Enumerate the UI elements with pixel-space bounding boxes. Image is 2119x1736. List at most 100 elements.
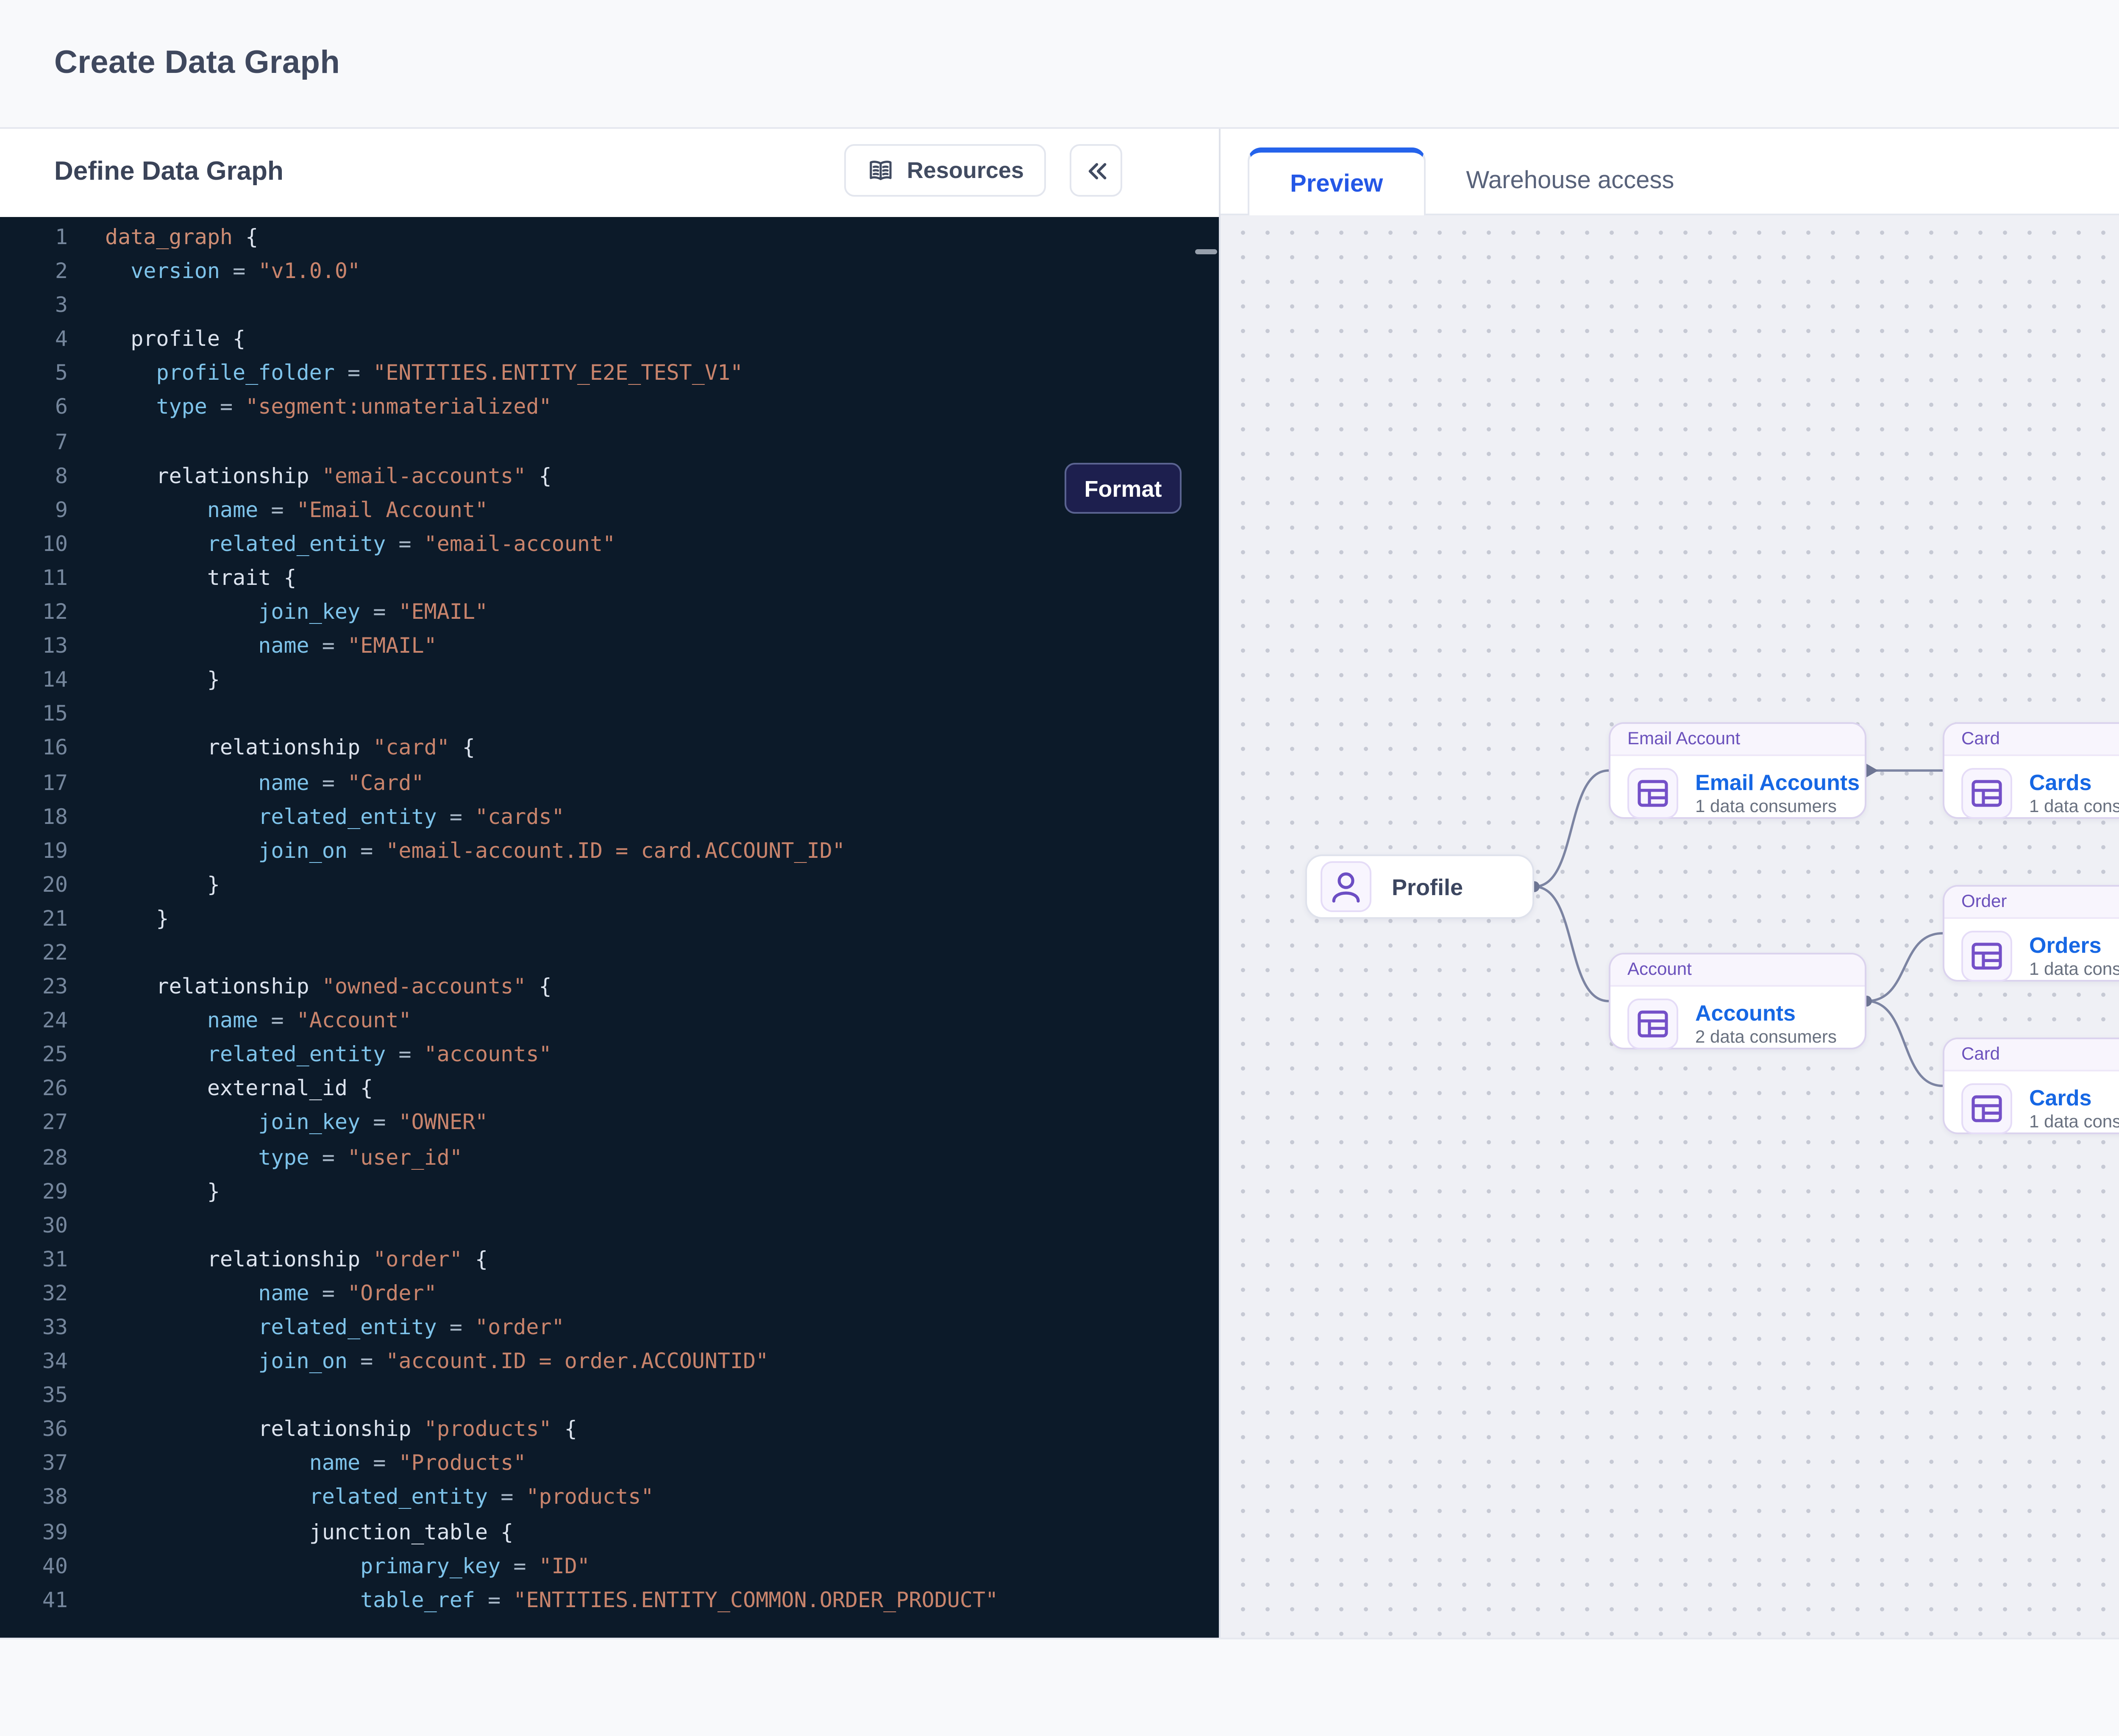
graph-node-profile[interactable]: Profile <box>1305 854 1534 919</box>
code-line-content: related_entity = "cards" <box>68 799 565 833</box>
code-line-content: name = "Order" <box>68 1277 437 1310</box>
graph-node-card-bottom[interactable]: CardCards1 data consumers <box>1943 1038 2119 1134</box>
node-entity-label: Email Account <box>1627 729 1740 749</box>
code-line: 37 name = "Products" <box>0 1447 1219 1481</box>
node-title-link[interactable]: Accounts <box>1695 999 1837 1025</box>
code-line: 40 primary_key = "ID" <box>0 1549 1219 1583</box>
resources-button-label: Resources <box>907 158 1024 183</box>
line-number: 9 <box>0 493 68 527</box>
code-line: 29 } <box>0 1174 1219 1208</box>
code-line-content: relationship "email-accounts" { <box>68 459 552 493</box>
profile-icon-tile <box>1321 861 1371 912</box>
line-number: 34 <box>0 1344 68 1378</box>
node-title-link[interactable]: Cards <box>2029 1084 2119 1110</box>
code-line: 2 version = "v1.0.0" <box>0 254 1219 288</box>
code-line-content: primary_key = "ID" <box>68 1549 590 1583</box>
code-line: 28 type = "user_id" <box>0 1140 1219 1174</box>
graph-node-email-account[interactable]: Email AccountEmail Accounts1 data consum… <box>1609 722 1866 819</box>
code-line-content: junction_table { <box>68 1515 513 1549</box>
node-entity-label: Account <box>1627 960 1692 980</box>
panel-resize-handle[interactable] <box>1195 249 1217 254</box>
line-number: 29 <box>0 1174 68 1208</box>
table-icon <box>1629 1000 1677 1048</box>
code-line: 11 trait { <box>0 561 1219 595</box>
code-line-content <box>68 425 105 459</box>
code-line: 21 } <box>0 902 1219 936</box>
code-line: 16 relationship "card" { <box>0 732 1219 765</box>
code-line-content: profile_folder = "ENTITIES.ENTITY_E2E_TE… <box>68 357 743 391</box>
line-number: 7 <box>0 425 68 459</box>
code-line: 34 join_on = "account.ID = order.ACCOUNT… <box>0 1344 1219 1378</box>
line-number: 21 <box>0 902 68 936</box>
code-line: 13 name = "EMAIL" <box>0 629 1219 663</box>
line-number: 30 <box>0 1208 68 1242</box>
code-line: 23 relationship "owned-accounts" { <box>0 970 1219 1004</box>
code-line: 7 <box>0 425 1219 459</box>
code-line: 19 join_on = "email-account.ID = card.AC… <box>0 834 1219 868</box>
code-line-content <box>68 697 105 731</box>
resources-button[interactable]: Resources <box>844 144 1046 197</box>
tab-warehouse-access[interactable]: Warehouse access <box>1425 147 1715 214</box>
graph-canvas[interactable]: Profile Email Account Email Accounts 1 data… <box>1221 215 2119 1638</box>
graph-node-account[interactable]: AccountAccounts2 data consumers <box>1609 953 1866 1049</box>
collapse-panel-button[interactable] <box>1070 144 1122 197</box>
code-line-content <box>68 1379 105 1413</box>
line-number: 39 <box>0 1515 68 1549</box>
code-line: 41 table_ref = "ENTITIES.ENTITY_COMMON.O… <box>0 1583 1219 1617</box>
line-number: 40 <box>0 1549 68 1583</box>
node-title-link[interactable]: Email Accounts <box>1695 769 1860 794</box>
table-icon <box>1963 770 2011 817</box>
code-lines: 1data_graph {2 version = "v1.0.0"34 prof… <box>0 217 1219 1617</box>
code-line: 22 <box>0 936 1219 970</box>
code-editor[interactable]: 1data_graph {2 version = "v1.0.0"34 prof… <box>0 217 1219 1638</box>
code-line: 20 } <box>0 868 1219 901</box>
code-line-content: join_on = "account.ID = order.ACCOUNTID" <box>68 1344 768 1378</box>
table-icon <box>1963 932 2011 980</box>
line-number: 31 <box>0 1242 68 1276</box>
code-line-content: name = "Card" <box>68 765 424 799</box>
node-title-link[interactable]: Cards <box>2029 769 2119 794</box>
tab-preview[interactable]: Preview <box>1248 147 1425 215</box>
table-icon <box>1963 1085 2011 1132</box>
code-line: 25 related_entity = "accounts" <box>0 1038 1219 1072</box>
line-number: 4 <box>0 323 68 356</box>
page-footer: Save <box>0 1638 2119 1736</box>
code-line-content: type = "user_id" <box>68 1140 462 1174</box>
line-number: 33 <box>0 1310 68 1344</box>
book-icon <box>866 156 895 185</box>
line-number: 17 <box>0 765 68 799</box>
code-line: 26 external_id { <box>0 1072 1219 1106</box>
line-number: 8 <box>0 459 68 493</box>
node-header: Card <box>1944 724 2119 756</box>
graph-node-order[interactable]: OrderOrders1 data consumers <box>1943 885 2119 982</box>
code-line-content: version = "v1.0.0" <box>68 254 360 288</box>
code-line-content <box>68 289 105 323</box>
preview-tabbar: PreviewWarehouse access <box>1221 129 2119 215</box>
graph-edge <box>1866 1001 1943 1086</box>
line-number: 35 <box>0 1379 68 1413</box>
code-line: 24 name = "Account" <box>0 1004 1219 1038</box>
node-icon-tile <box>1627 999 1678 1049</box>
node-title-link[interactable]: Orders <box>2029 932 2119 957</box>
code-line: 10 related_entity = "email-account" <box>0 527 1219 561</box>
line-number: 22 <box>0 936 68 970</box>
code-line-content: related_entity = "products" <box>68 1481 654 1515</box>
code-line-content: } <box>68 902 169 936</box>
node-consumers-label: 1 data consumers <box>2029 1111 2119 1133</box>
node-icon-tile <box>1961 931 2012 982</box>
code-line-content: name = "Email Account" <box>68 493 488 527</box>
code-line-content: relationship "card" { <box>68 732 475 765</box>
line-number: 5 <box>0 357 68 391</box>
code-line-content: external_id { <box>68 1072 373 1106</box>
line-number: 19 <box>0 834 68 868</box>
line-number: 12 <box>0 595 68 629</box>
code-line-content: } <box>68 663 220 697</box>
code-line: 5 profile_folder = "ENTITIES.ENTITY_E2E_… <box>0 357 1219 391</box>
format-button[interactable]: Format <box>1065 463 1182 514</box>
code-line-content: name = "Products" <box>68 1447 526 1481</box>
line-number: 36 <box>0 1413 68 1447</box>
line-number: 2 <box>0 254 68 288</box>
line-number: 1 <box>0 220 68 254</box>
graph-node-card-top[interactable]: CardCards1 data consumer <box>1943 722 2119 819</box>
node-icon-tile <box>1961 1083 2012 1134</box>
